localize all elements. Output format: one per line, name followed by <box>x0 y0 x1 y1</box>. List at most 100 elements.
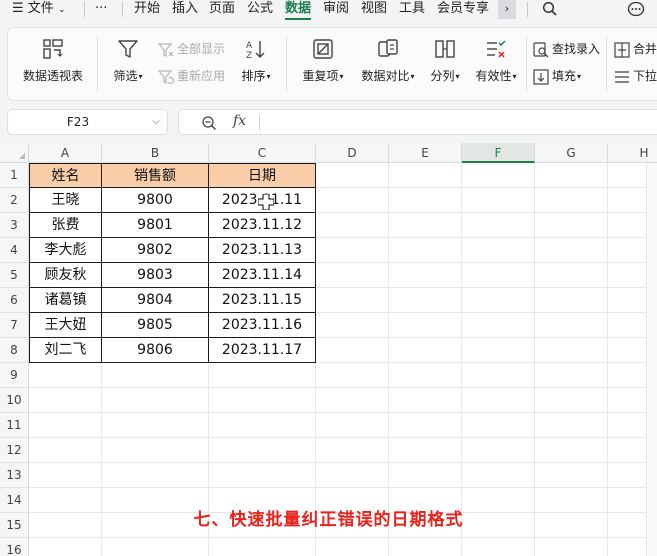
grid-cell[interactable] <box>102 388 209 413</box>
table-cell[interactable]: 9801 <box>102 213 209 238</box>
show-all-button[interactable]: 全部显示 <box>157 39 225 59</box>
tab-view[interactable]: 视图 <box>361 0 387 19</box>
column-header-g[interactable]: G <box>535 143 608 163</box>
tab-page[interactable]: 页面 <box>209 0 235 19</box>
column-header-d[interactable]: D <box>316 143 389 163</box>
grid-cell[interactable] <box>29 363 102 388</box>
table-cell[interactable]: 9802 <box>102 238 209 263</box>
table-cell[interactable]: 张费 <box>29 213 102 238</box>
grid-cell[interactable] <box>209 388 316 413</box>
table-cell[interactable]: 9804 <box>102 288 209 313</box>
sort-button[interactable]: A Z 排序▾ <box>238 38 274 84</box>
grid-cell[interactable] <box>462 288 535 313</box>
table-cell[interactable]: 王晓 <box>29 188 102 213</box>
tab-tools[interactable]: 工具 <box>399 0 425 19</box>
table-header-cell[interactable]: 姓名 <box>29 163 102 188</box>
duplicates-button[interactable]: 重复项▾ <box>299 38 347 84</box>
grid-cell[interactable] <box>462 388 535 413</box>
grid-cell[interactable] <box>316 288 389 313</box>
reapply-button[interactable]: 重新应用 <box>157 66 225 86</box>
grid-cell[interactable] <box>389 538 462 556</box>
table-cell[interactable]: 2023.11.17 <box>209 338 316 363</box>
row-header-4[interactable]: 4 <box>0 238 29 263</box>
grid-cell[interactable] <box>389 188 462 213</box>
grid-cell[interactable] <box>535 313 608 338</box>
split-columns-button[interactable]: 分列▾ <box>427 38 463 84</box>
row-header-6[interactable]: 6 <box>0 288 29 313</box>
grid-cell[interactable] <box>209 363 316 388</box>
column-header-e[interactable]: E <box>389 143 462 163</box>
grid-cell[interactable] <box>102 413 209 438</box>
spreadsheet-grid[interactable]: ABCDEFGH 1 2 3 4 5 6 7 8 9 10 11 12 13 14 15 16 姓名 销售额 日期… <box>0 143 657 556</box>
row-header-13[interactable]: 13 <box>0 463 29 488</box>
row-header-11[interactable]: 11 <box>0 413 29 438</box>
function-icon[interactable]: fx <box>233 113 246 129</box>
name-box[interactable]: F23 ⌵ <box>7 109 168 135</box>
grid-cell[interactable] <box>535 213 608 238</box>
grid-cell[interactable] <box>316 388 389 413</box>
chat-icon[interactable] <box>627 1 645 17</box>
grid-cell[interactable] <box>29 438 102 463</box>
grid-cell[interactable] <box>462 538 535 556</box>
grid-cell[interactable] <box>29 538 102 556</box>
row-header-2[interactable]: 2 <box>0 188 29 213</box>
row-header-1[interactable]: 1 <box>0 163 29 188</box>
grid-cell[interactable] <box>535 538 608 556</box>
grid-cell[interactable] <box>462 338 535 363</box>
table-cell[interactable]: 2023.11.13 <box>209 238 316 263</box>
column-header-h[interactable]: H <box>608 143 657 163</box>
grid-cell[interactable] <box>535 163 608 188</box>
tab-review[interactable]: 审阅 <box>323 0 349 19</box>
grid-cell[interactable] <box>462 238 535 263</box>
grid-cell[interactable] <box>389 288 462 313</box>
grid-cell[interactable] <box>389 313 462 338</box>
grid-cell[interactable] <box>102 463 209 488</box>
grid-cell[interactable] <box>389 363 462 388</box>
table-cell[interactable]: 2023.11.16 <box>209 313 316 338</box>
row-header-3[interactable]: 3 <box>0 213 29 238</box>
grid-cell[interactable] <box>535 388 608 413</box>
grid-cell[interactable] <box>102 438 209 463</box>
grid-cell[interactable] <box>316 313 389 338</box>
grid-cell[interactable] <box>316 438 389 463</box>
grid-cell[interactable] <box>535 238 608 263</box>
grid-cell[interactable] <box>535 338 608 363</box>
zoom-icon[interactable] <box>201 115 217 131</box>
pivot-table-button[interactable]: 数据透视表 <box>20 38 86 84</box>
chevron-down-icon[interactable]: ⌵ <box>152 110 160 134</box>
grid-cell[interactable] <box>316 538 389 556</box>
table-cell[interactable]: 2023.11.12 <box>209 213 316 238</box>
row-header-10[interactable]: 10 <box>0 388 29 413</box>
fill-button[interactable]: 填充▾ <box>533 66 581 86</box>
grid-cell[interactable] <box>535 263 608 288</box>
grid-cell[interactable] <box>535 188 608 213</box>
file-menu[interactable]: ☰ 文件 ⌄ <box>12 0 66 19</box>
tab-home[interactable]: 开始 <box>134 0 160 19</box>
grid-cell[interactable] <box>29 413 102 438</box>
grid-cell[interactable] <box>316 263 389 288</box>
row-header-8[interactable]: 8 <box>0 338 29 363</box>
grid-cell[interactable] <box>535 463 608 488</box>
grid-cell[interactable] <box>316 213 389 238</box>
table-cell[interactable]: 诸葛镇 <box>29 288 102 313</box>
search-icon[interactable] <box>542 1 558 17</box>
grid-cell[interactable] <box>389 163 462 188</box>
grid-cell[interactable] <box>535 288 608 313</box>
find-entry-button[interactable]: 查找录入 <box>533 39 600 59</box>
grid-cell[interactable] <box>316 363 389 388</box>
row-header-9[interactable]: 9 <box>0 363 29 388</box>
grid-cell[interactable] <box>209 463 316 488</box>
grid-cell[interactable] <box>462 313 535 338</box>
table-cell[interactable]: 9806 <box>102 338 209 363</box>
grid-cell[interactable] <box>316 338 389 363</box>
grid-cell[interactable] <box>209 438 316 463</box>
grid-cell[interactable] <box>316 463 389 488</box>
compare-button[interactable]: 数据对比▾ <box>357 38 419 84</box>
grid-cell[interactable] <box>102 538 209 556</box>
grid-cell[interactable] <box>29 388 102 413</box>
grid-cell[interactable] <box>389 238 462 263</box>
grid-cell[interactable] <box>316 188 389 213</box>
grid-cell[interactable] <box>462 163 535 188</box>
row-header-7[interactable]: 7 <box>0 313 29 338</box>
grid-cell[interactable] <box>316 163 389 188</box>
